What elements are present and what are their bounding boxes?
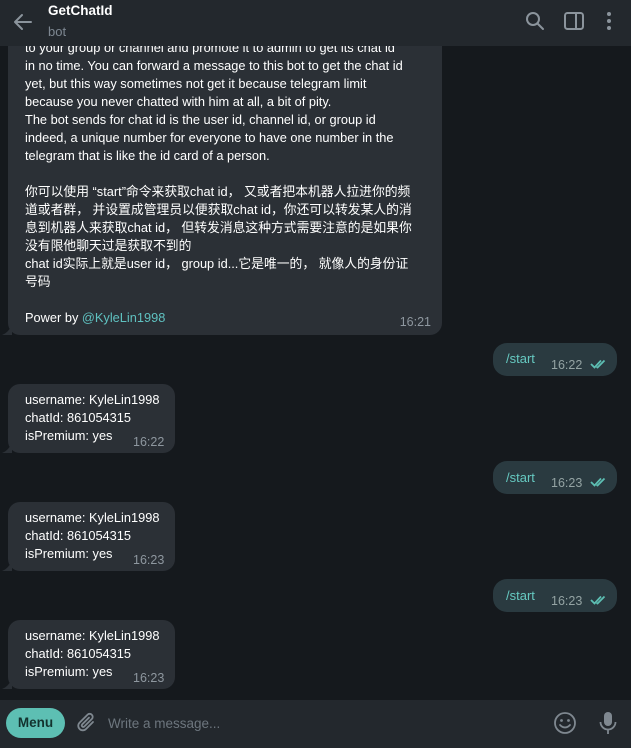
reply-username: username: KyleLin1998 [25,392,160,407]
message-time: 16:22 [551,358,583,372]
back-arrow-icon[interactable] [10,9,36,35]
more-vertical-icon[interactable] [598,10,620,32]
paperclip-icon[interactable] [76,711,98,735]
message-bubble-sent[interactable]: /start 16:23 [493,461,617,494]
message-time: 16:21 [399,315,431,329]
message-bubble-intro[interactable]: to your group or channel and promote it … [2,30,442,335]
message-input[interactable] [108,710,528,736]
message-time: 16:23 [551,594,583,608]
reply-chat-id: chatId: 861054315 [25,646,132,661]
author-link[interactable]: @KyleLin1998 [82,310,165,325]
message-composer: Menu [0,700,631,748]
message-time: 16:23 [133,671,165,685]
start-command-link[interactable]: /start [506,350,535,368]
message-line: The bot sends for chat id is the user id… [25,112,376,127]
sidebar-toggle-icon[interactable] [563,10,585,32]
read-ticks-icon [590,359,606,369]
bubble-tail [2,443,12,453]
message-bubble-sent[interactable]: /start 16:23 [493,579,617,612]
search-icon[interactable] [524,10,546,32]
message-bubble-reply[interactable]: username: KyleLin1998 chatId: 861054315 … [2,502,175,571]
start-command-link[interactable]: /start [506,469,535,487]
message-line: yet, but this way sometimes not get it b… [25,76,367,91]
microphone-icon[interactable] [597,710,619,736]
power-by-prefix: Power by [25,310,82,325]
message-line: indeed, a unique number for everyone to … [25,130,394,145]
message-line: chat id实际上就是user id， group id...它是唯一的， 就… [25,256,409,271]
reply-username: username: KyleLin1998 [25,628,160,643]
reply-chat-id: chatId: 861054315 [25,528,132,543]
message-bubble-sent[interactable]: /start 16:22 [493,343,617,376]
message-bubble-reply[interactable]: username: KyleLin1998 chatId: 861054315 … [2,620,175,689]
message-line: telegram that is like the id card of a p… [25,148,270,163]
chat-subtitle: bot [48,24,67,39]
bubble-tail [2,325,12,335]
message-bubble-reply[interactable]: username: KyleLin1998 chatId: 861054315 … [2,384,175,453]
bubble-tail [2,561,12,571]
chat-header: GetChatId bot [0,0,631,46]
power-by-line: Power by @KyleLin1998 [25,309,412,327]
emoji-icon[interactable] [553,711,577,735]
message-line: 你可以使用 “start”命令来获取chat id， 又或者把本机器人拉进你的频 [25,184,411,199]
start-command-link[interactable]: /start [506,587,535,605]
message-line: because you never chatted with him at al… [25,94,332,109]
bubble-tail [2,679,12,689]
message-line: 息到机器人来获取chat id， 但转发消息这种方式需要注意的是如果你 [25,220,412,235]
message-time: 16:22 [133,435,165,449]
chat-title[interactable]: GetChatId [48,3,113,18]
message-time: 16:23 [133,553,165,567]
bot-menu-button[interactable]: Menu [6,708,65,738]
reply-chat-id: chatId: 861054315 [25,410,132,425]
chat-area[interactable]: to your group or channel and promote it … [0,0,631,700]
reply-username: username: KyleLin1998 [25,510,160,525]
read-ticks-icon [590,477,606,487]
message-line: 道或者群， 并设置成管理员以便获取chat id，你还可以转发某人的消 [25,202,412,217]
message-time: 16:23 [551,476,583,490]
message-line: 没有限他聊天过是获取不到的 [25,238,192,253]
message-line: in no time. You can forward a message to… [25,58,403,73]
read-ticks-icon [590,595,606,605]
message-line: 号码 [25,274,51,289]
